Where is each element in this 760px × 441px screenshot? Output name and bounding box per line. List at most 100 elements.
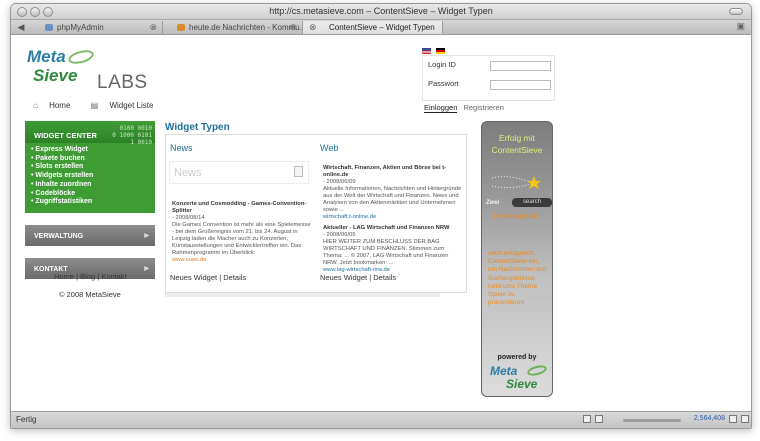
footer-contact-link[interactable]: Kontakt xyxy=(101,272,126,281)
news-details-link[interactable]: Details xyxy=(223,273,246,282)
news-new-widget-link[interactable]: Neues Widget xyxy=(170,273,217,282)
sidebar-section-verwaltung[interactable]: VERWALTUNG ▶ xyxy=(25,223,155,246)
page-content: Meta Sieve LABS ⌂ Home ▤ Widget Liste WI… xyxy=(11,35,751,413)
resize-grip-icon[interactable] xyxy=(741,415,749,423)
sidebar: WIDGET CENTER 0100 0010 0 1000 0101 1 00… xyxy=(25,121,155,279)
sidebar-header-widget-center[interactable]: WIDGET CENTER 0100 0010 0 1000 0101 1 00… xyxy=(25,121,155,146)
panel-shadow xyxy=(165,293,440,297)
promo-powered-by: powered by xyxy=(497,354,537,361)
sidebar-list: Express Widget Pakete buchen Slots erste… xyxy=(25,143,155,213)
promo-headline: Erfolg mit ContentSieve xyxy=(491,133,543,155)
cart-icon[interactable]: ▣ xyxy=(736,21,745,32)
nav-home-label: Home xyxy=(49,101,71,110)
promo-banner[interactable]: Erfolg mit ContentSieve Zwei search Im B… xyxy=(481,121,553,397)
home-icon: ⌂ xyxy=(33,101,38,110)
web-item-1: Wirtschaft, Finanzen, Aktien und Börse b… xyxy=(323,165,463,221)
status-slider[interactable] xyxy=(623,419,681,422)
sidebar-item-zugriffstatistiken[interactable]: Zugriffstatistiken xyxy=(31,198,155,207)
nav-home-link[interactable]: ⌂ Home xyxy=(33,101,79,110)
tab-phpmyadmin[interactable]: phpMyAdmin ⊗ xyxy=(31,21,163,34)
binary-digits-line: 0 1000 0101 xyxy=(112,132,152,139)
web-details-link[interactable]: Details xyxy=(373,273,396,282)
tab-registrieren[interactable]: Registrieren xyxy=(463,103,503,112)
list-icon: ▤ xyxy=(90,101,99,110)
promo-search-pill: search xyxy=(512,198,552,207)
web-item-body: HIER WEITER ZUM BESCHLUSS DER BAG WIRTSC… xyxy=(323,239,449,266)
news-item-title[interactable]: Konzerte und Cosmodding - Games-Conventi… xyxy=(172,201,312,215)
browser-window: http://cs.metasieve.com – ContentSieve –… xyxy=(10,3,752,429)
promo-tag: Zwei xyxy=(486,200,500,206)
promo-sub: Im Bestellprodukt xyxy=(493,214,541,220)
sidebar-item-express-widget[interactable]: Express Widget xyxy=(31,146,155,155)
sidebar-item-codebloecke[interactable]: Codeblöcke xyxy=(31,190,155,199)
tab-label: phpMyAdmin xyxy=(57,23,104,32)
de-flag-icon[interactable] xyxy=(435,48,445,54)
tab-heute[interactable]: heute.de Nachrichten - Kommu... ⊗ xyxy=(163,21,303,34)
chevron-right-icon: ▶ xyxy=(144,232,149,239)
close-tab-icon[interactable]: ⊗ xyxy=(309,21,317,34)
footer-separator: | xyxy=(97,272,100,281)
footer-separator: | xyxy=(219,273,222,282)
web-item-body: Aktuelle Informationen, Nachrichten und … xyxy=(323,186,462,213)
phpmyadmin-favicon-icon xyxy=(45,24,53,31)
promo-text: setzt erfolgreich ContentSieve ein, um N… xyxy=(488,250,547,307)
login-tabs: Einloggen Registrieren xyxy=(424,103,504,113)
window-title: http://cs.metasieve.com – ContentSieve –… xyxy=(269,6,493,16)
footer-links: Home | Blog | Kontakt xyxy=(54,272,127,281)
web-item-title[interactable]: Wirtschaft, Finanzen, Aktien und Börse b… xyxy=(323,165,463,179)
tab-bar: ◀ phpMyAdmin ⊗ heute.de Nachrichten - Ko… xyxy=(11,20,751,35)
footer-blog-link[interactable]: Blog xyxy=(80,272,95,281)
news-item-date: - 2008/08/14 xyxy=(172,215,205,221)
news-preview-label: News xyxy=(174,167,202,179)
shooting-star-icon xyxy=(491,176,541,189)
tab-contentsieve[interactable]: ⊗ ContentSieve – Widget Typen xyxy=(303,21,443,34)
top-nav: ⌂ Home ▤ Widget Liste xyxy=(33,101,171,110)
sidebar-gap xyxy=(25,245,155,257)
web-new-widget-link[interactable]: Neues Widget xyxy=(320,273,367,282)
close-tab-icon[interactable]: ⊗ xyxy=(289,21,297,34)
us-flag-icon[interactable] xyxy=(422,48,431,54)
footer-home-link[interactable]: Home xyxy=(54,272,74,281)
news-item: Konzerte und Cosmodding - Games-Conventi… xyxy=(172,201,312,264)
nav-widget-list-label: Widget Liste xyxy=(109,101,154,110)
toolbar-toggle-button[interactable] xyxy=(729,8,743,15)
security-icon[interactable] xyxy=(595,415,603,423)
web-item-date: - 2008/06/09 xyxy=(323,179,356,185)
web-item-date: - 2008/06/05 xyxy=(323,232,356,238)
tab-label: ContentSieve – Widget Typen xyxy=(329,23,435,32)
sidebar-item-inhalte-zuordnen[interactable]: Inhalte zuordnen xyxy=(31,181,155,190)
password-label: Passwort xyxy=(428,79,459,88)
page-title: Widget Typen xyxy=(165,122,230,133)
sidebar-header-label: WIDGET CENTER xyxy=(34,131,97,140)
logo-labs-text: LABS xyxy=(97,72,148,93)
back-arrow-icon[interactable]: ◀ xyxy=(15,22,27,33)
status-bar: Fertig 2,564,408 xyxy=(11,411,751,428)
web-footer: Neues Widget | Details xyxy=(320,273,396,282)
edit-icon[interactable] xyxy=(729,415,737,423)
web-column-title: Web xyxy=(320,143,339,153)
news-footer: Neues Widget | Details xyxy=(170,273,246,282)
footer-separator: | xyxy=(76,272,79,281)
sidebar-item-slots-erstellen[interactable]: Slots erstellen xyxy=(31,163,155,172)
chevron-right-icon: ▶ xyxy=(144,265,149,272)
binary-digits-line: 0100 0010 xyxy=(119,125,152,132)
password-input[interactable] xyxy=(490,80,551,90)
close-tab-icon[interactable]: ⊗ xyxy=(149,21,157,34)
tab-einloggen[interactable]: Einloggen xyxy=(424,103,458,113)
login-id-input[interactable] xyxy=(490,61,551,71)
news-item-link[interactable]: www.sueo.de xyxy=(172,257,312,264)
page-info-icon[interactable] xyxy=(583,415,591,423)
logo-meta-text: Meta xyxy=(27,47,66,66)
web-item-title[interactable]: Aktueller - LAG Wirtschaft und Finanzen … xyxy=(323,225,463,232)
promo-logo-swoosh-icon xyxy=(526,363,548,378)
logo-sieve-text: Sieve xyxy=(33,66,78,85)
nav-widget-list-link[interactable]: ▤ Widget Liste xyxy=(91,101,163,110)
sidebar-gap xyxy=(25,212,155,224)
sidebar-item-widgets-erstellen[interactable]: Widgets erstellen xyxy=(31,172,155,181)
news-item-body: Die Games Convention ist mehr als eine S… xyxy=(172,222,311,256)
status-counter: 2,564,408 xyxy=(693,415,725,422)
heute-favicon-icon xyxy=(177,24,185,31)
tab-label: heute.de Nachrichten - Kommu... xyxy=(189,23,303,32)
web-item-link[interactable]: wirtschaft.t-online.de xyxy=(323,214,463,221)
sidebar-item-pakete-buchen[interactable]: Pakete buchen xyxy=(31,155,155,164)
